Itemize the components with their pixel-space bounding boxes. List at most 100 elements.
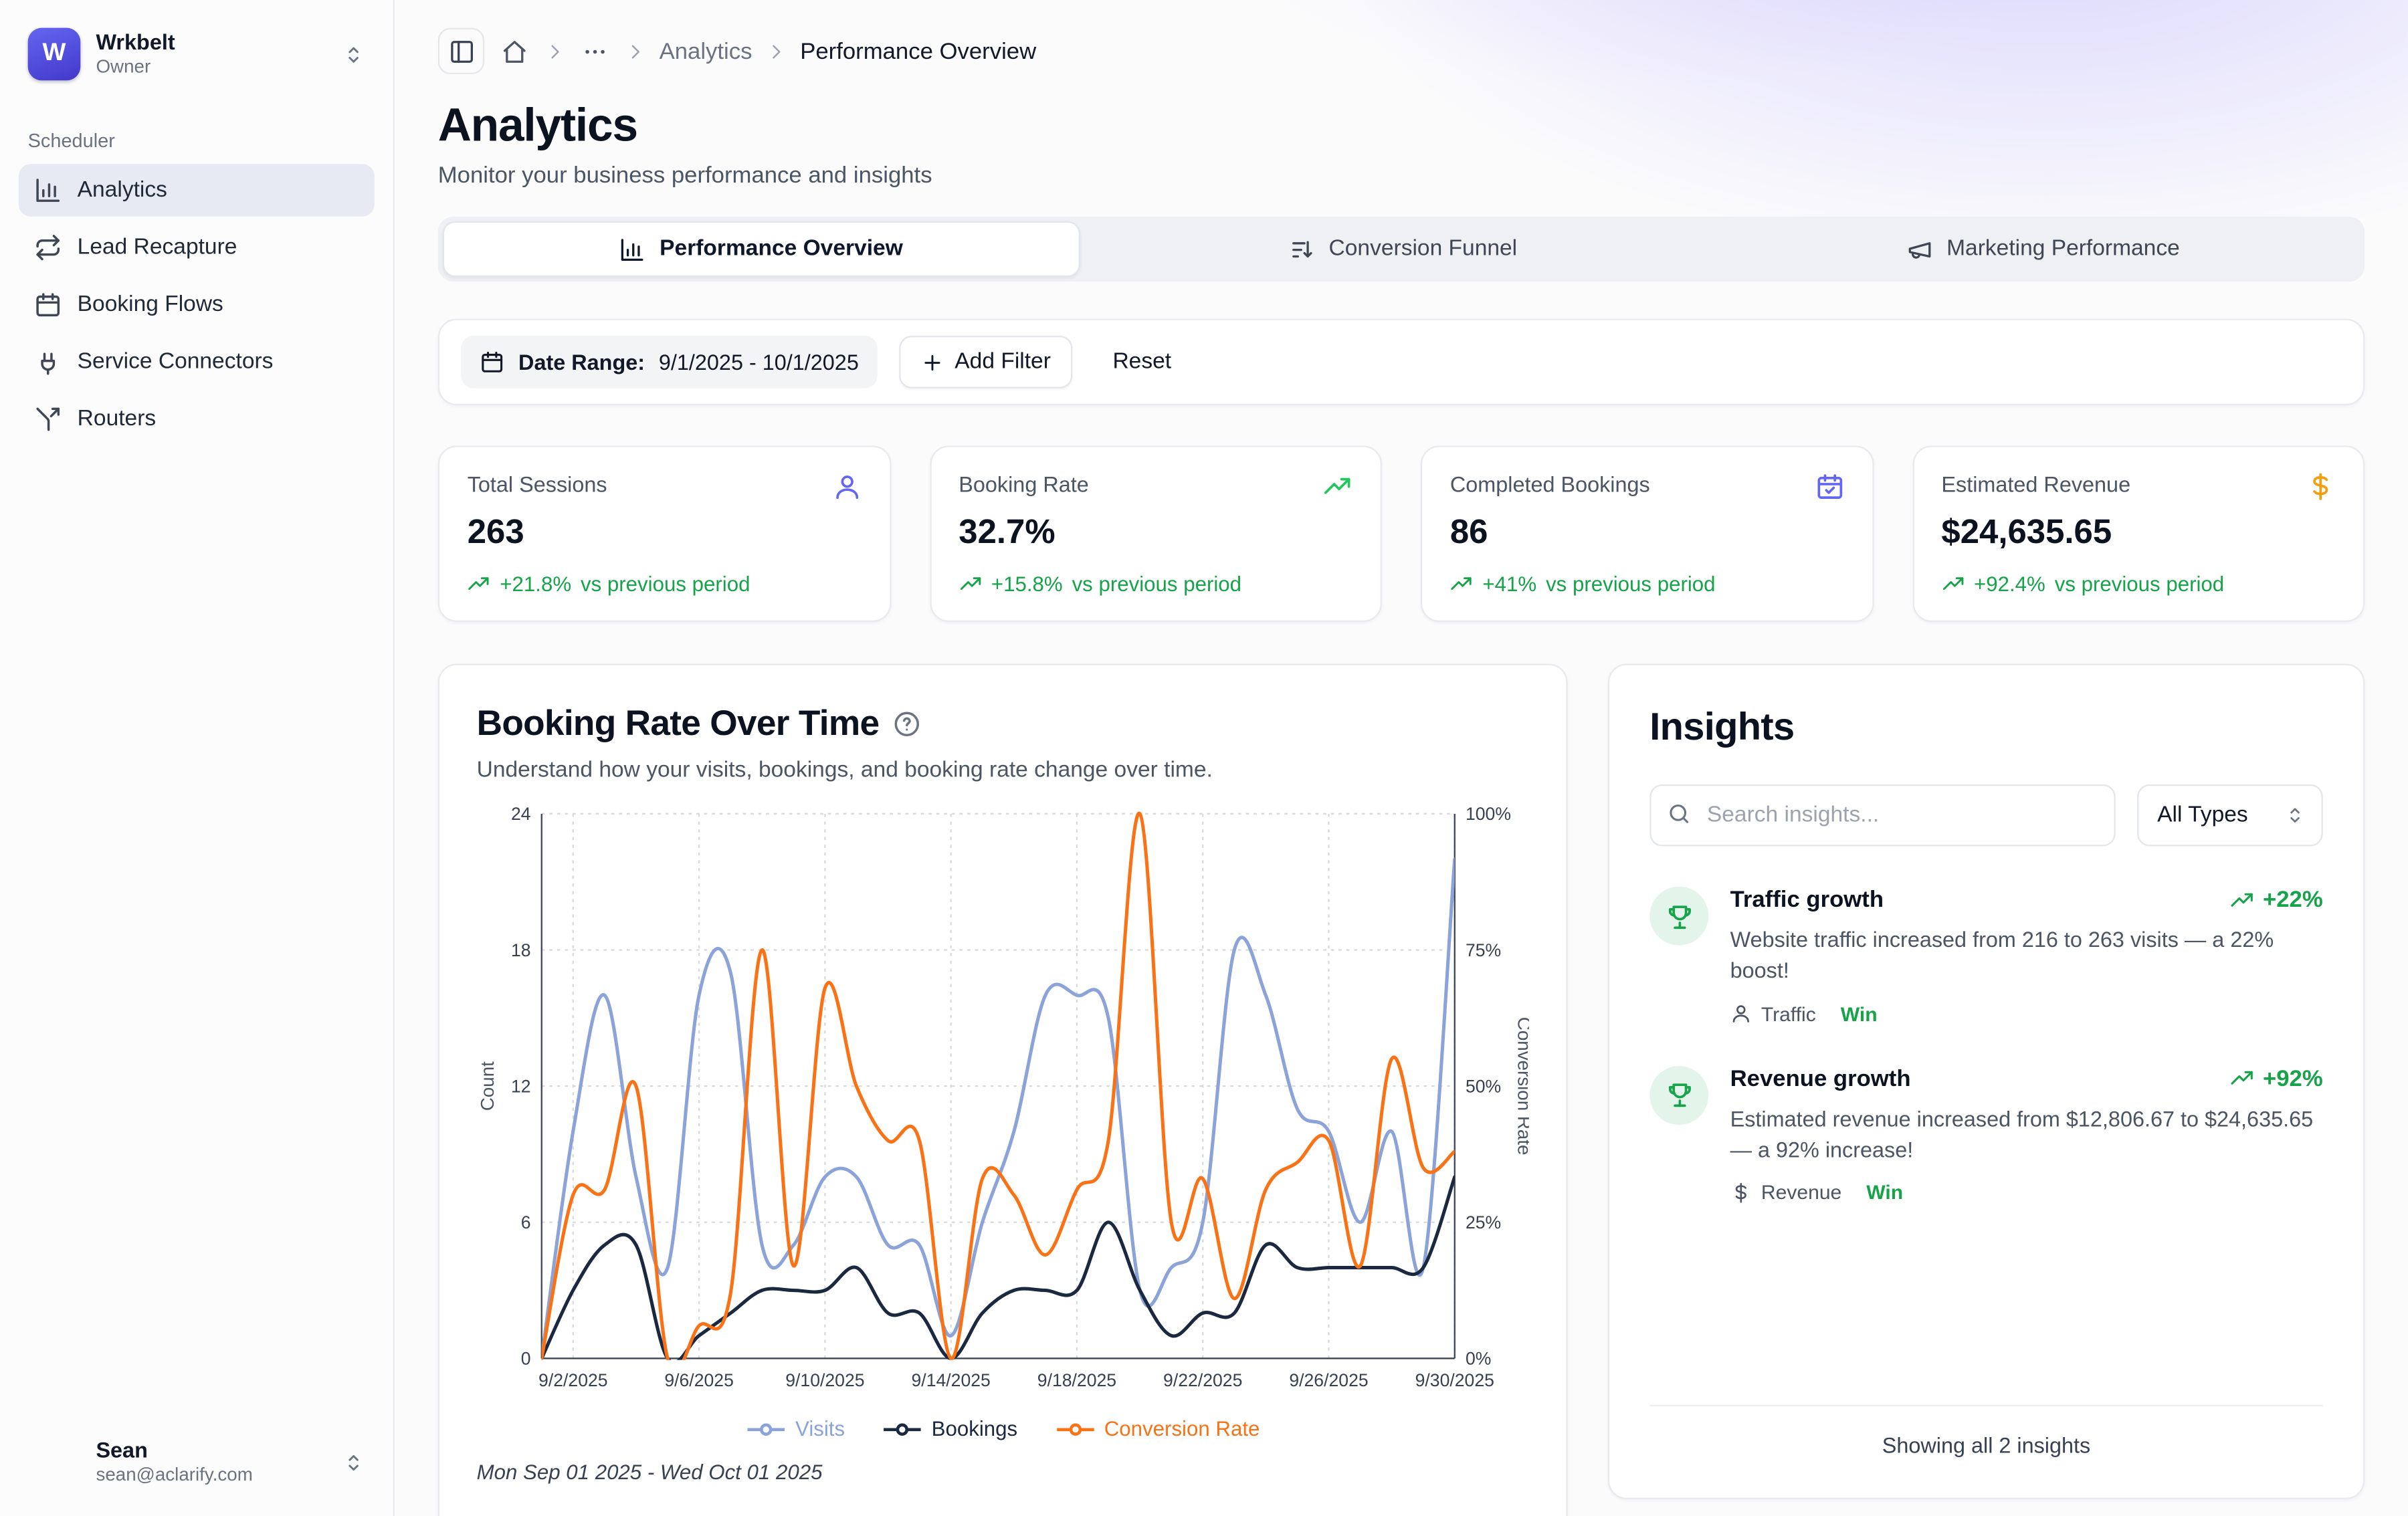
chevron-right-icon xyxy=(625,41,645,61)
tab-marketing-performance[interactable]: Marketing Performance xyxy=(1726,221,2360,277)
x-tick: 9/30/2025 xyxy=(1415,1370,1494,1390)
insight-item-revenue-growth[interactable]: Revenue growth +92% Estimated revenue in… xyxy=(1649,1065,2322,1204)
workspace-switcher[interactable]: W Wrkbelt Owner xyxy=(19,19,375,90)
type-filter-value: All Types xyxy=(2157,803,2248,828)
stat-card-estimated-revenue: Estimated Revenue $24,635.65 +92.4% vs p… xyxy=(1912,445,2365,622)
stat-delta-row: +15.8% vs previous period xyxy=(959,572,1352,596)
user-avatar xyxy=(28,1436,81,1489)
workspace-name: Wrkbelt xyxy=(96,29,326,55)
series-line-visits xyxy=(542,859,1455,1359)
breadcrumb-analytics-link[interactable]: Analytics xyxy=(660,38,752,64)
calendar-check-icon xyxy=(1815,472,1844,502)
sidebar-item-label: Booking Flows xyxy=(78,292,223,317)
funnel-sort-icon xyxy=(1288,236,1314,262)
y-tick-left: 12 xyxy=(511,1076,531,1096)
dollar-sign-icon xyxy=(2306,472,2335,502)
plus-icon xyxy=(920,350,944,374)
booking-rate-chart[interactable]: 061218240%25%50%75%100%9/2/20259/6/20259… xyxy=(477,801,1529,1408)
sidebar-item-service-connectors[interactable]: Service Connectors xyxy=(19,336,375,389)
y-tick-right: 100% xyxy=(1466,804,1511,824)
megaphone-icon xyxy=(1906,236,1932,262)
calendar-icon xyxy=(480,350,504,374)
chart-subtitle: Understand how your visits, bookings, an… xyxy=(477,758,1529,783)
page-subtitle: Monitor your business performance and in… xyxy=(438,163,2365,189)
calendar-icon xyxy=(34,291,62,319)
legend-label: Conversion Rate xyxy=(1104,1417,1260,1440)
chevron-right-icon xyxy=(766,41,786,61)
workspace-logo: W xyxy=(28,28,81,81)
trending-up-icon xyxy=(468,572,491,596)
insights-footer: Showing all 2 insights xyxy=(1649,1405,2322,1458)
search-insights xyxy=(1649,784,2115,847)
search-icon xyxy=(1667,801,1692,826)
y-tick-right: 50% xyxy=(1466,1076,1501,1096)
trophy-icon xyxy=(1649,887,1708,946)
stat-delta: +21.8% xyxy=(500,572,571,596)
stat-label: Completed Bookings xyxy=(1450,472,1650,497)
trending-up-icon xyxy=(959,572,982,596)
breadcrumb-current: Performance Overview xyxy=(800,38,1036,64)
user-email: sean@aclarify.com xyxy=(96,1463,326,1487)
reset-button[interactable]: Reset xyxy=(1094,337,1190,387)
sidebar-item-label: Service Connectors xyxy=(78,350,274,374)
main-area: Analytics Performance Overview Analytics… xyxy=(395,0,2408,1516)
stat-label: Total Sessions xyxy=(468,472,607,497)
sidebar-item-analytics[interactable]: Analytics xyxy=(19,164,375,217)
stat-delta-row: +21.8% vs previous period xyxy=(468,572,862,596)
trophy-icon xyxy=(1649,1065,1708,1124)
search-insights-input[interactable] xyxy=(1649,784,2115,847)
stat-delta: +92.4% xyxy=(1974,572,2045,596)
user-name: Sean xyxy=(96,1437,326,1463)
trending-up-icon xyxy=(1941,572,1965,596)
sidebar-item-label: Lead Recapture xyxy=(78,235,237,260)
legend-item-bookings[interactable]: Bookings xyxy=(882,1417,1018,1440)
home-icon[interactable] xyxy=(498,35,531,68)
insight-description: Estimated revenue increased from $12,806… xyxy=(1730,1103,2323,1166)
stat-value: 263 xyxy=(468,512,862,552)
insight-item-traffic-growth[interactable]: Traffic growth +22% Website traffic incr… xyxy=(1649,887,2322,1025)
tab-label: Marketing Performance xyxy=(1946,237,2180,261)
legend-label: Visits xyxy=(795,1417,845,1440)
add-filter-label: Add Filter xyxy=(955,350,1051,374)
chart-date-range-footer: Mon Sep 01 2025 - Wed Oct 01 2025 xyxy=(477,1460,1529,1484)
trending-up-icon xyxy=(1450,572,1474,596)
trending-up-icon xyxy=(1323,472,1352,502)
stat-value: 32.7% xyxy=(959,512,1352,552)
help-circle-icon[interactable] xyxy=(893,710,921,738)
tab-label: Conversion Funnel xyxy=(1329,237,1518,261)
breadcrumb: Analytics Performance Overview xyxy=(438,28,2365,74)
sidebar-item-lead-recapture[interactable]: Lead Recapture xyxy=(19,221,375,274)
workspace-role: Owner xyxy=(96,55,326,79)
sidebar-item-booking-flows[interactable]: Booking Flows xyxy=(19,278,375,331)
chevrons-up-down-icon xyxy=(342,43,365,66)
stat-delta: +41% xyxy=(1482,572,1536,596)
insight-delta: +22% xyxy=(2230,887,2322,913)
x-tick: 9/22/2025 xyxy=(1163,1370,1242,1390)
chart-legend: Visits Bookings Conversion Rate xyxy=(477,1417,1529,1440)
insight-title: Traffic growth xyxy=(1730,887,1884,913)
series-line-bookings xyxy=(542,1177,1455,1363)
user-menu[interactable]: Sean sean@aclarify.com xyxy=(19,1426,375,1497)
view-tabs: Performance Overview Conversion Funnel M… xyxy=(438,217,2365,282)
breadcrumb-ellipsis[interactable] xyxy=(579,35,611,68)
date-range-button[interactable]: Date Range: 9/1/2025 - 10/1/2025 xyxy=(461,336,877,389)
sidebar-item-label: Analytics xyxy=(78,178,167,203)
chevron-right-icon xyxy=(544,41,565,61)
x-tick: 9/2/2025 xyxy=(538,1370,608,1390)
tab-performance-overview[interactable]: Performance Overview xyxy=(443,221,1080,277)
type-filter-select[interactable]: All Types xyxy=(2137,784,2323,847)
sidebar-toggle-button[interactable] xyxy=(438,28,484,74)
tab-label: Performance Overview xyxy=(660,237,903,261)
sidebar-item-routers[interactable]: Routers xyxy=(19,393,375,446)
left-axis-title: Count xyxy=(477,1061,498,1111)
legend-item-conversion-rate[interactable]: Conversion Rate xyxy=(1055,1417,1260,1440)
sidebar-section-label: Scheduler xyxy=(28,130,365,151)
user-icon xyxy=(1730,1002,1752,1024)
x-tick: 9/14/2025 xyxy=(912,1370,991,1390)
chevrons-up-down-icon xyxy=(2284,804,2306,826)
line-dot-marker xyxy=(1055,1421,1095,1436)
legend-item-visits[interactable]: Visits xyxy=(746,1417,845,1440)
add-filter-button[interactable]: Add Filter xyxy=(899,336,1072,389)
stat-card-total-sessions: Total Sessions 263 +21.8% vs previous pe… xyxy=(438,445,891,622)
tab-conversion-funnel[interactable]: Conversion Funnel xyxy=(1086,221,1720,277)
